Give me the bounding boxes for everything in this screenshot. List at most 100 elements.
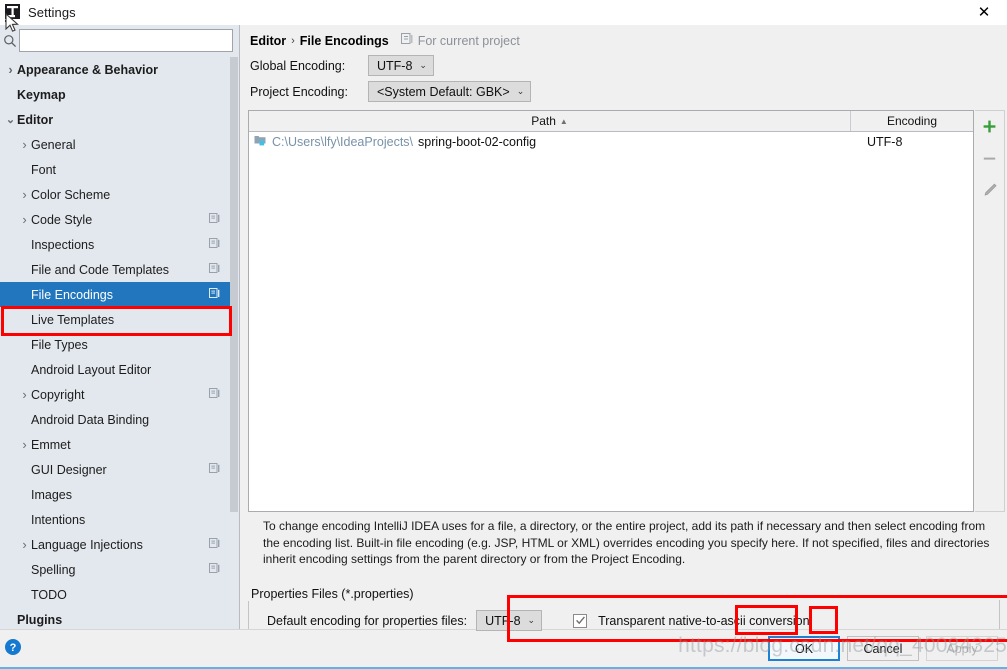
sidebar-search[interactable] bbox=[0, 28, 238, 53]
sidebar-item-images[interactable]: Images bbox=[0, 482, 232, 507]
transparent-native-to-ascii-checkbox[interactable] bbox=[573, 613, 588, 628]
sort-ascending-icon: ▲ bbox=[559, 116, 568, 126]
breadcrumb-current: File Encodings bbox=[299, 33, 389, 48]
settings-sidebar: › Appearance & Behavior Keymap ⌄ Editor › Gene… bbox=[0, 25, 240, 629]
search-input[interactable] bbox=[19, 29, 233, 52]
settings-dialog: Settings ✕ › Appearance & Behavior Keymap ⌄… bbox=[0, 0, 1007, 669]
sidebar-item-live-templates[interactable]: Live Templates bbox=[0, 307, 232, 332]
sidebar-item-label: Code Style bbox=[31, 212, 93, 227]
sidebar-item-keymap[interactable]: Keymap bbox=[0, 82, 232, 107]
sidebar-scrollbar-thumb[interactable] bbox=[230, 57, 238, 512]
properties-encoding-combo[interactable]: UTF-8 ⌄ bbox=[476, 610, 543, 631]
chevron-right-icon: › bbox=[22, 537, 27, 552]
sidebar-item-label: Copyright bbox=[31, 387, 85, 402]
sidebar-item-android-layout-editor[interactable]: Android Layout Editor bbox=[0, 357, 232, 382]
chevron-right-icon: › bbox=[22, 187, 27, 202]
dialog-buttons: OK Cancel Apply bbox=[768, 636, 998, 661]
edit-button[interactable] bbox=[978, 179, 1002, 201]
sidebar-item-spelling[interactable]: Spelling bbox=[0, 557, 232, 582]
sidebar-item-language-injections[interactable]: › Language Injections bbox=[0, 532, 232, 557]
default-properties-encoding-label: Default encoding for properties files: bbox=[267, 613, 468, 628]
help-question-icon[interactable]: ? bbox=[4, 638, 22, 656]
project-encoding-row: Project Encoding: <System Default: GBK> … bbox=[250, 81, 532, 102]
sidebar-item-label: Plugins bbox=[17, 612, 63, 627]
breadcrumb-root[interactable]: Editor bbox=[250, 34, 286, 48]
column-header-encoding[interactable]: Encoding bbox=[851, 111, 973, 131]
project-settings-badge-icon bbox=[209, 212, 220, 227]
sidebar-item-android-data-binding[interactable]: Android Data Binding bbox=[0, 407, 232, 432]
ok-button[interactable]: OK bbox=[768, 636, 840, 661]
close-icon[interactable]: ✕ bbox=[973, 2, 995, 22]
sidebar-item-label: Language Injections bbox=[31, 537, 143, 552]
project-settings-badge-icon bbox=[209, 237, 220, 252]
project-settings-badge-icon bbox=[209, 287, 220, 302]
table-row[interactable]: C:\Users\lfy\IdeaProjects\ spring-boot-02… bbox=[249, 132, 973, 152]
project-settings-badge-icon bbox=[209, 262, 220, 277]
table-cell-path-leaf: spring-boot-02-config bbox=[418, 135, 537, 149]
properties-encoding-value: UTF-8 bbox=[485, 613, 521, 628]
chevron-down-icon: ⌄ bbox=[516, 86, 525, 96]
sidebar-item-emmet[interactable]: › Emmet bbox=[0, 432, 232, 457]
sidebar-item-label: Font bbox=[31, 162, 57, 177]
table-cell-path-prefix: C:\Users\lfy\IdeaProjects\ bbox=[272, 135, 414, 149]
breadcrumb: Editor › File Encodings For current proj… bbox=[250, 33, 520, 48]
sidebar-item-inspections[interactable]: Inspections bbox=[0, 232, 232, 257]
properties-files-group-title: Properties Files (*.properties) bbox=[248, 587, 417, 601]
properties-files-row: Default encoding for properties files: U… bbox=[267, 610, 810, 631]
intellij-idea-icon bbox=[2, 2, 24, 24]
table-toolbar bbox=[975, 110, 1005, 512]
sidebar-item-file-and-code-templates[interactable]: File and Code Templates bbox=[0, 257, 232, 282]
project-encoding-combo[interactable]: <System Default: GBK> ⌄ bbox=[368, 81, 532, 102]
cancel-button[interactable]: Cancel bbox=[847, 636, 919, 661]
chevron-right-icon: › bbox=[8, 62, 13, 77]
window-title: Settings bbox=[28, 5, 76, 20]
table-body: C:\Users\lfy\IdeaProjects\ spring-boot-02… bbox=[249, 132, 973, 511]
sidebar-item-color-scheme[interactable]: › Color Scheme bbox=[0, 182, 232, 207]
sidebar-item-label: Appearance & Behavior bbox=[17, 62, 159, 77]
sidebar-item-appearance-behavior[interactable]: › Appearance & Behavior bbox=[0, 57, 232, 82]
sidebar-item-label: File Types bbox=[31, 337, 88, 352]
scope-note: For current project bbox=[400, 33, 520, 48]
remove-button[interactable] bbox=[978, 147, 1002, 169]
apply-button: Apply bbox=[926, 636, 998, 661]
project-settings-badge-icon bbox=[209, 387, 220, 402]
sidebar-item-label: TODO bbox=[31, 587, 67, 602]
transparent-native-to-ascii-label: Transparent native-to-ascii conversion bbox=[598, 613, 810, 628]
chevron-right-icon: › bbox=[22, 437, 27, 452]
sidebar-item-label: Images bbox=[31, 487, 72, 502]
chevron-down-icon: ⌄ bbox=[419, 60, 427, 70]
sidebar-item-label: Spelling bbox=[31, 562, 76, 577]
sidebar-item-general[interactable]: › General bbox=[0, 132, 232, 157]
module-folder-icon bbox=[254, 134, 267, 150]
sidebar-item-plugins[interactable]: Plugins bbox=[0, 607, 232, 629]
sidebar-item-editor[interactable]: ⌄ Editor bbox=[0, 107, 232, 132]
search-icon bbox=[1, 30, 19, 52]
sidebar-item-gui-designer[interactable]: GUI Designer bbox=[0, 457, 232, 482]
sidebar-item-label: File Encodings bbox=[31, 287, 113, 302]
sidebar-item-todo[interactable]: TODO bbox=[0, 582, 232, 607]
project-scope-icon bbox=[400, 33, 413, 48]
global-encoding-value: UTF-8 bbox=[377, 58, 413, 73]
sidebar-item-label: Android Layout Editor bbox=[31, 362, 152, 377]
project-settings-badge-icon bbox=[209, 462, 220, 477]
sidebar-item-intentions[interactable]: Intentions bbox=[0, 507, 232, 532]
chevron-right-icon: › bbox=[22, 212, 27, 227]
chevron-down-icon: ⌄ bbox=[527, 615, 536, 625]
column-header-path[interactable]: Path ▲ bbox=[249, 111, 851, 131]
table-cell-encoding[interactable]: UTF-8 bbox=[851, 135, 973, 149]
chevron-right-icon: › bbox=[22, 137, 27, 152]
sidebar-item-code-style[interactable]: › Code Style bbox=[0, 207, 232, 232]
sidebar-item-label: File and Code Templates bbox=[31, 262, 170, 277]
sidebar-item-font[interactable]: Font bbox=[0, 157, 232, 182]
chevron-down-icon: ⌄ bbox=[5, 114, 16, 126]
sidebar-item-label: General bbox=[31, 137, 76, 152]
sidebar-item-copyright[interactable]: › Copyright bbox=[0, 382, 232, 407]
sidebar-item-label: Intentions bbox=[31, 512, 86, 527]
sidebar-item-file-types[interactable]: File Types bbox=[0, 332, 232, 357]
global-encoding-row: Global Encoding: UTF-8 ⌄ bbox=[250, 55, 434, 76]
global-encoding-combo[interactable]: UTF-8 ⌄ bbox=[368, 55, 434, 76]
sidebar-item-label: Keymap bbox=[17, 87, 66, 102]
svg-text:?: ? bbox=[10, 642, 17, 654]
sidebar-item-file-encodings[interactable]: File Encodings bbox=[0, 282, 232, 307]
add-button[interactable] bbox=[978, 115, 1002, 137]
